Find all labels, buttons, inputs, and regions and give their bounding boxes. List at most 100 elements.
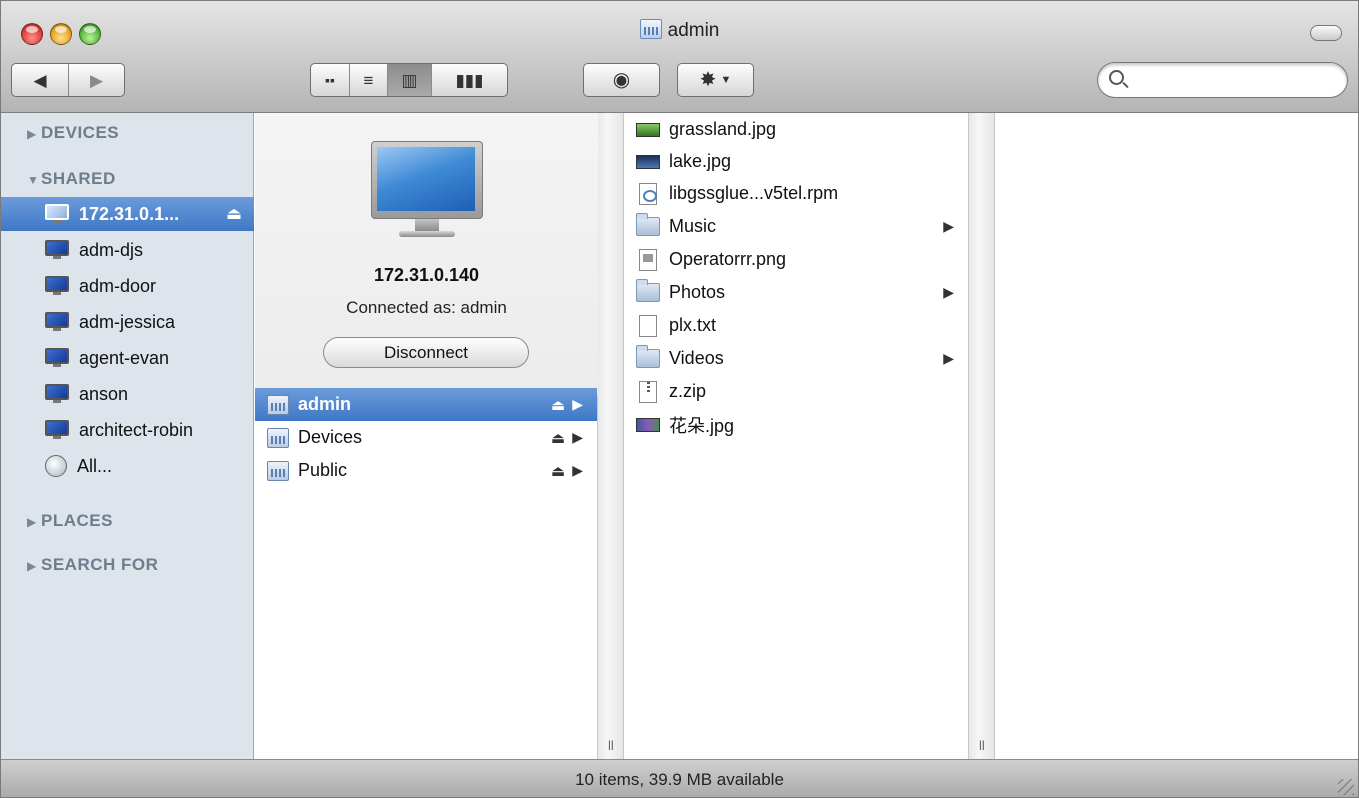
sidebar-item-anson[interactable]: anson xyxy=(1,377,254,411)
toolbar-toggle-button[interactable] xyxy=(1310,25,1342,41)
computer-icon xyxy=(45,348,69,368)
file-row[interactable]: plx.txt xyxy=(624,309,968,342)
window-title-text: admin xyxy=(667,20,720,41)
resize-grip-icon[interactable] xyxy=(1338,779,1354,795)
computer-icon xyxy=(371,141,483,241)
view-selector: ▪▪ ≡ ▥ ▮▮▮ xyxy=(310,63,508,97)
shared-folder-icon xyxy=(267,427,289,448)
folder-icon xyxy=(636,279,660,302)
server-info-panel: 172.31.0.140 Connected as: admin Disconn… xyxy=(255,113,598,396)
back-forward-control: ◀ ▶ xyxy=(11,63,125,97)
text-file-icon xyxy=(639,314,657,337)
package-file-icon xyxy=(639,182,657,205)
file-row[interactable]: z.zip xyxy=(624,375,968,408)
chevron-right-icon: ▶ xyxy=(943,284,954,300)
folder-row-photos[interactable]: Photos ▶ xyxy=(624,276,968,309)
shared-folder-icon xyxy=(267,460,289,481)
gear-icon: ✸ xyxy=(699,69,717,91)
sidebar-item-agent-evan[interactable]: agent-evan xyxy=(1,341,254,375)
sidebar-section-search-for[interactable]: ▶ SEARCH FOR xyxy=(27,555,158,575)
coverflow-view-button[interactable]: ▮▮▮ xyxy=(431,64,507,96)
file-row[interactable]: libgssglue...v5tel.rpm xyxy=(624,177,968,210)
forward-arrow-icon: ▶ xyxy=(89,70,104,90)
file-row[interactable]: grassland.jpg xyxy=(624,113,968,146)
chevron-right-icon: ▶ xyxy=(572,396,583,412)
sidebar-section-shared[interactable]: ▼SHARED xyxy=(27,169,116,189)
image-file-icon xyxy=(639,248,657,271)
back-button[interactable]: ◀ xyxy=(12,64,68,96)
column-resize-handle[interactable]: ll xyxy=(598,113,624,759)
eject-icon[interactable]: ⏏ xyxy=(551,396,565,414)
window-title: admin xyxy=(1,19,1358,42)
column-view-icon: ▥ xyxy=(401,70,418,90)
computer-icon xyxy=(45,312,69,332)
sidebar-item-all[interactable]: All... xyxy=(1,449,254,483)
search-icon xyxy=(1109,70,1124,85)
icon-view-icon: ▪▪ xyxy=(325,72,335,88)
grip-icon: ll xyxy=(608,738,614,753)
disclosure-collapsed-icon: ▶ xyxy=(27,127,37,141)
folder-icon xyxy=(636,345,660,368)
computer-icon xyxy=(45,420,69,440)
file-row[interactable]: Operatorrr.png xyxy=(624,243,968,276)
eject-icon[interactable]: ⏏ xyxy=(226,204,242,224)
sidebar-section-places[interactable]: ▶ PLACES xyxy=(27,511,113,531)
list-view-icon: ≡ xyxy=(363,70,374,90)
coverflow-view-icon: ▮▮▮ xyxy=(455,70,484,90)
icon-view-button[interactable]: ▪▪ xyxy=(311,64,349,96)
image-thumbnail-icon xyxy=(636,122,660,137)
quick-look-button[interactable]: ◉ xyxy=(583,63,660,97)
sidebar-item-architect-robin[interactable]: architect-robin xyxy=(1,413,254,447)
connection-status: Connected as: admin xyxy=(346,298,507,317)
folder-row-music[interactable]: Music ▶ xyxy=(624,210,968,243)
computer-icon xyxy=(45,384,69,404)
toolbar: admin ◀ ▶ ▪▪ ≡ ▥ ▮▮▮ ◉ ✸ ▼ xyxy=(1,1,1358,113)
sidebar-item-adm-door[interactable]: adm-door xyxy=(1,269,254,303)
shared-folder-icon xyxy=(267,394,289,415)
share-row-admin[interactable]: admin ⏏ ▶ xyxy=(255,388,597,421)
column-resize-handle[interactable]: ll xyxy=(969,113,995,759)
chevron-down-icon: ▼ xyxy=(720,73,732,86)
server-address: 172.31.0.140 xyxy=(373,265,480,285)
status-text: 10 items, 39.9 MB available xyxy=(575,770,784,789)
sidebar-section-devices[interactable]: ▶ DEVICES xyxy=(27,123,119,143)
action-menu-button[interactable]: ✸ ▼ xyxy=(677,63,754,97)
list-view-button[interactable]: ≡ xyxy=(349,64,387,96)
sidebar-item-adm-jessica[interactable]: adm-jessica xyxy=(1,305,254,339)
column-empty xyxy=(995,113,1358,759)
disclosure-collapsed-icon: ▶ xyxy=(27,515,37,529)
chevron-right-icon: ▶ xyxy=(943,218,954,234)
computer-icon xyxy=(45,204,69,224)
forward-button[interactable]: ▶ xyxy=(67,64,124,96)
network-globe-icon xyxy=(45,455,67,477)
computer-icon xyxy=(45,276,69,296)
column-view-button[interactable]: ▥ xyxy=(387,64,431,96)
file-row[interactable]: 花朵.jpg xyxy=(624,408,968,441)
sidebar-item-server[interactable]: 172.31.0.1... ⏏ xyxy=(1,197,254,231)
file-row[interactable]: lake.jpg xyxy=(624,145,968,178)
chevron-right-icon: ▶ xyxy=(572,462,583,478)
share-row-devices[interactable]: Devices ⏏ ▶ xyxy=(255,421,597,454)
disclosure-collapsed-icon: ▶ xyxy=(27,559,37,573)
folder-icon xyxy=(636,213,660,236)
folder-row-videos[interactable]: Videos ▶ xyxy=(624,342,968,375)
image-thumbnail-icon xyxy=(636,417,660,432)
eject-icon[interactable]: ⏏ xyxy=(551,429,565,447)
share-row-public[interactable]: Public ⏏ ▶ xyxy=(255,454,597,487)
shared-folder-icon xyxy=(639,19,662,39)
sidebar: ▶ DEVICES ▼SHARED 172.31.0.1... ⏏ adm-djs… xyxy=(1,113,254,759)
disconnect-button[interactable]: Disconnect xyxy=(323,337,529,368)
chevron-right-icon: ▶ xyxy=(943,350,954,366)
eye-icon: ◉ xyxy=(612,69,631,91)
image-thumbnail-icon xyxy=(636,154,660,169)
disclosure-expanded-icon: ▼ xyxy=(27,173,40,187)
sidebar-item-adm-djs[interactable]: adm-djs xyxy=(1,233,254,267)
search-field[interactable] xyxy=(1097,62,1348,98)
zip-file-icon xyxy=(639,380,657,403)
back-arrow-icon: ◀ xyxy=(33,70,47,90)
chevron-right-icon: ▶ xyxy=(572,429,583,445)
search-input[interactable] xyxy=(1132,69,1332,91)
finder-window: admin ◀ ▶ ▪▪ ≡ ▥ ▮▮▮ ◉ ✸ ▼ ▶ DEVICES ▼SH… xyxy=(0,0,1359,798)
computer-icon xyxy=(45,240,69,260)
eject-icon[interactable]: ⏏ xyxy=(551,462,565,480)
